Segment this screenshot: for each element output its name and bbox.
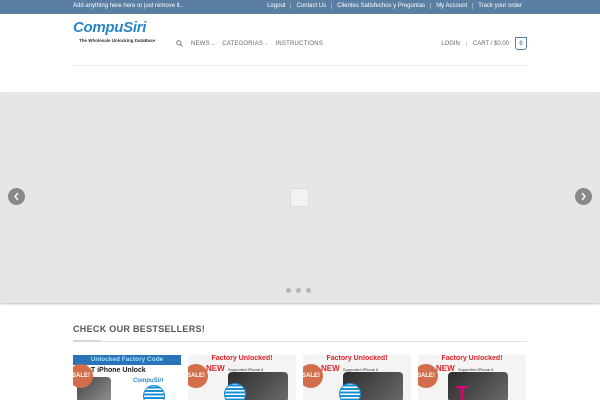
- chevron-left-icon: [14, 192, 19, 201]
- cart-count-badge[interactable]: 0: [515, 37, 527, 50]
- product-banner-text: Factory Unlocked!: [326, 355, 388, 362]
- att-logo-icon: [224, 383, 246, 400]
- product-card[interactable]: Factory Unlocked! NEW Supported iPhone 6…: [303, 355, 411, 400]
- chevron-down-icon: ⌄: [264, 40, 269, 47]
- top-bar-message: Add anything here here or just remove it…: [73, 3, 184, 9]
- slide-loading-placeholder: [290, 188, 309, 207]
- header-account-area: LOGIN CART / $0.00 0: [441, 37, 527, 50]
- product-banner-text: Unlocked Factory Code: [90, 356, 164, 363]
- product-new-label: NEW: [206, 364, 225, 373]
- top-bar: Add anything here here or just remove it…: [0, 0, 600, 14]
- slider-dot[interactable]: [306, 288, 311, 293]
- logo-wordmark: CompuSiri: [73, 19, 147, 36]
- sale-badge: SALE!: [303, 364, 323, 388]
- nav-item-instructions[interactable]: INSTRUCTIONS: [276, 41, 323, 47]
- slider-next-button[interactable]: [575, 188, 592, 205]
- chevron-right-icon: [581, 192, 586, 201]
- sale-badge: SALE!: [188, 364, 208, 388]
- slider-dot[interactable]: [296, 288, 301, 293]
- nav-item-label: NEWS: [191, 40, 210, 47]
- t-mobile-logo-icon: T: [456, 383, 469, 400]
- hero-slider: [0, 92, 600, 303]
- sale-badge: SALE!: [418, 364, 438, 388]
- product-card[interactable]: Factory Unlocked! NEW Supported iPhone 6…: [188, 355, 296, 400]
- product-card[interactable]: Factory Unlocked! NEW Supported iPhone 6…: [418, 355, 526, 400]
- logout-link[interactable]: Logout: [262, 3, 290, 9]
- bestsellers-title: CHECK OUR BESTSELLERS!: [73, 324, 206, 334]
- logo-tagline: The Wholesale Unlocking DataBase: [79, 38, 156, 43]
- satisfied-clients-link[interactable]: Clientes Satisfechos y Preguntas: [331, 3, 430, 9]
- contact-us-link[interactable]: Contact Us: [290, 3, 331, 9]
- att-logo-icon: [339, 383, 361, 400]
- slider-dot[interactable]: [286, 288, 291, 293]
- top-bar-links: Logout Contact Us Clientes Satisfechos y…: [262, 3, 527, 9]
- nav-item-label: INSTRUCTIONS: [275, 40, 323, 47]
- nav-item-label: CATEGORIAS: [222, 40, 264, 47]
- my-account-link[interactable]: My Account: [430, 3, 472, 9]
- product-card[interactable]: Unlocked Factory Code AT&T iPhone Unlock…: [73, 355, 181, 400]
- nav-item-categorias[interactable]: CATEGORIAS ⌄: [222, 41, 268, 47]
- chevron-down-icon: ⌄: [210, 40, 216, 47]
- header-divider: [73, 65, 527, 66]
- site-logo[interactable]: CompuSiri The Wholesale Unlocking DataBa…: [73, 19, 155, 49]
- section-divider: [73, 340, 527, 342]
- product-banner-text: Factory Unlocked!: [441, 355, 503, 362]
- product-new-label: NEW: [321, 364, 340, 373]
- login-link[interactable]: LOGIN: [441, 40, 467, 47]
- search-icon[interactable]: [176, 40, 183, 47]
- track-order-link[interactable]: Track your order: [472, 3, 527, 9]
- nav-item-news[interactable]: NEWS ⌄: [191, 41, 215, 47]
- att-logo-icon: [143, 385, 165, 400]
- main-nav: NEWS ⌄ CATEGORIAS ⌄ INSTRUCTIONS: [176, 40, 330, 47]
- product-banner-text: Factory Unlocked!: [211, 355, 273, 362]
- cart-link[interactable]: CART / $0.00: [473, 41, 509, 47]
- product-brand-text: CompuSiri: [133, 378, 164, 384]
- slider-prev-button[interactable]: [8, 188, 25, 205]
- slider-pagination: [286, 288, 316, 293]
